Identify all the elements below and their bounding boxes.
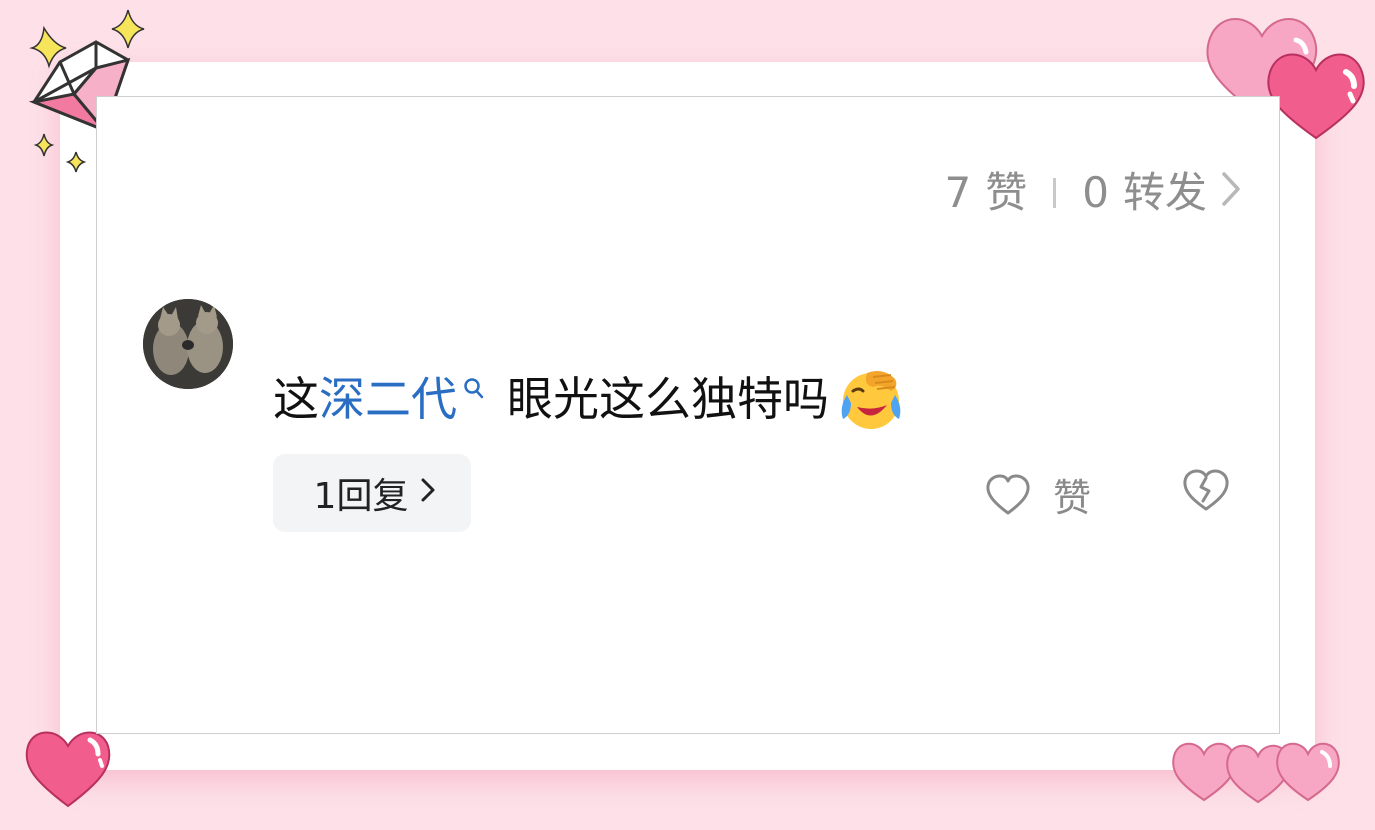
chevron-right-icon [1221, 167, 1241, 219]
search-icon [463, 357, 485, 417]
heart-sticker-icon [25, 731, 111, 808]
likes-label: 赞 [985, 168, 1028, 217]
replies-label: 1回复 [313, 476, 409, 517]
heart-outline-icon [986, 474, 1030, 514]
like-label: 赞 [1053, 476, 1092, 520]
comment-text-before: 这 [273, 372, 319, 426]
dislike-button[interactable] [1181, 469, 1231, 517]
cats-avatar-icon [143, 299, 233, 389]
likes-count: 7 [944, 168, 972, 217]
hearts-row-sticker-icon [1172, 742, 1340, 804]
replies-button[interactable]: 1回复 [273, 454, 471, 532]
stats-divider [1053, 178, 1057, 208]
reposts-label: 转发 [1122, 168, 1207, 217]
reposts-count: 0 [1082, 168, 1109, 217]
laughing-tears-emoji-icon [841, 371, 901, 429]
broken-heart-icon [1183, 469, 1229, 511]
comment-text: 这 深二代 眼光这么独特吗 [273, 365, 905, 433]
chevron-right-icon [420, 474, 436, 512]
comment-text-after: 眼光这么独特吗 [507, 372, 829, 426]
comment-card: 7 赞 0 转发 这 深二代 眼光这么独特吗 1回复 赞 [96, 96, 1280, 734]
avatar[interactable] [143, 299, 233, 389]
post-stats-bar[interactable]: 7 赞 0 转发 [945, 167, 1242, 219]
like-button[interactable]: 赞 [985, 467, 1091, 522]
topic-link[interactable]: 深二代 [319, 369, 457, 429]
